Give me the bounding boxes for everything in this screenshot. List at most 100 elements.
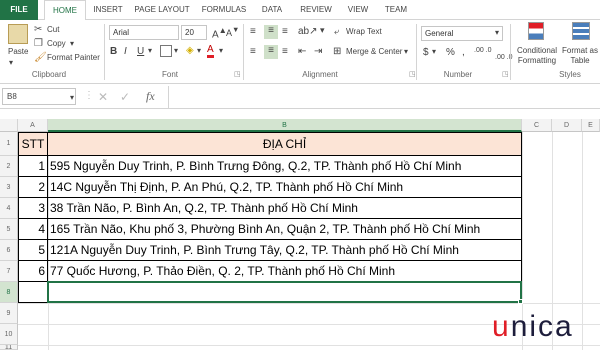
align-middle-icon[interactable]: ≡ <box>264 25 278 39</box>
bold-button[interactable]: B <box>110 46 117 57</box>
font-dialog-launcher-icon[interactable]: ◳ <box>234 70 241 78</box>
cut-icon[interactable]: ✂ <box>34 24 42 36</box>
row-header[interactable]: 6 <box>0 240 18 261</box>
row-header[interactable]: 8 <box>0 282 18 303</box>
font-name-select[interactable]: Arial <box>109 25 179 40</box>
row-header[interactable]: 1 <box>0 132 18 156</box>
empty-cell[interactable] <box>18 281 48 303</box>
increase-indent-icon[interactable]: ⇥ <box>314 46 322 57</box>
row-header[interactable]: 9 <box>0 303 18 324</box>
currency-button[interactable]: $ <box>423 47 429 58</box>
enter-icon[interactable]: ✓ <box>120 90 130 104</box>
fill-handle[interactable] <box>518 299 523 304</box>
decrease-indent-icon[interactable]: ⇤ <box>298 46 306 57</box>
header-stt-cell[interactable]: STT <box>18 132 48 156</box>
italic-button[interactable]: I <box>124 46 127 57</box>
row-header[interactable]: 5 <box>0 219 18 240</box>
orientation-icon[interactable]: ab↗ <box>298 26 318 37</box>
merge-center-icon[interactable]: ⊞ <box>333 46 341 57</box>
align-right-icon[interactable]: ≡ <box>282 46 288 57</box>
format-painter-button[interactable]: Format Painter <box>47 53 100 62</box>
align-left-icon[interactable]: ≡ <box>250 46 256 57</box>
address-cell[interactable]: 14C Nguyễn Thị Định, P. An Phú, Q.2, TP.… <box>47 176 522 198</box>
tab-formulas[interactable]: FORMULAS <box>198 0 250 20</box>
column-header-e[interactable]: E <box>582 119 600 132</box>
orientation-dropdown-icon[interactable]: ▾ <box>320 25 325 36</box>
grow-font-icon[interactable]: A▲ <box>212 25 227 40</box>
paste-icon[interactable] <box>8 24 28 44</box>
conditional-formatting-button[interactable]: Conditional Formatting <box>515 46 559 66</box>
number-format-dropdown-icon[interactable]: ▾ <box>495 28 499 37</box>
format-as-table-icon[interactable] <box>572 22 590 40</box>
font-size-select[interactable]: 20 <box>181 25 207 40</box>
copy-button[interactable]: Copy <box>47 39 66 48</box>
select-all-corner[interactable] <box>0 119 18 132</box>
row-header[interactable]: 10 <box>0 324 18 345</box>
font-color-dropdown-icon[interactable]: ▾ <box>219 46 223 55</box>
stt-cell[interactable]: 3 <box>18 197 48 219</box>
underline-dropdown-icon[interactable]: ▾ <box>148 46 152 55</box>
stt-cell[interactable]: 6 <box>18 260 48 282</box>
tab-view[interactable]: VIEW <box>342 0 374 20</box>
align-top-icon[interactable]: ≡ <box>250 26 256 37</box>
increase-decimal-button[interactable]: .00 .0 <box>474 47 492 54</box>
insert-function-icon[interactable]: fx <box>146 89 155 104</box>
name-box-dropdown-icon[interactable]: ▾ <box>70 93 74 102</box>
conditional-formatting-icon[interactable] <box>528 22 544 40</box>
paste-button[interactable]: Paste <box>8 47 28 56</box>
column-header-a[interactable]: A <box>18 119 48 132</box>
address-cell[interactable]: 38 Trần Não, P. Bình An, Q.2, TP. Thành … <box>47 197 522 219</box>
wrap-text-icon[interactable]: ⤶ <box>334 26 339 37</box>
currency-dropdown-icon[interactable]: ▾ <box>432 47 436 56</box>
number-format-select[interactable]: General <box>421 26 503 41</box>
cut-button[interactable]: Cut <box>47 25 59 34</box>
stt-cell[interactable]: 2 <box>18 176 48 198</box>
percent-button[interactable]: % <box>446 47 455 58</box>
borders-dropdown-icon[interactable]: ▾ <box>174 46 178 55</box>
fill-color-icon[interactable]: ◈ <box>186 45 194 56</box>
borders-icon[interactable] <box>160 45 172 57</box>
alignment-dialog-launcher-icon[interactable]: ◳ <box>409 70 416 78</box>
tab-review[interactable]: REVIEW <box>294 0 338 20</box>
copy-icon[interactable]: ❐ <box>34 38 43 50</box>
copy-dropdown-icon[interactable]: ▾ <box>70 39 74 48</box>
address-cell[interactable]: 121A Nguyễn Duy Trinh, P. Bình Trưng Tây… <box>47 239 522 261</box>
align-center-icon[interactable]: ≡ <box>264 45 278 59</box>
paste-dropdown-icon[interactable]: ▾ <box>9 58 13 67</box>
row-header[interactable]: 2 <box>0 156 18 177</box>
tab-data[interactable]: DATA <box>254 0 290 20</box>
stt-cell[interactable]: 1 <box>18 155 48 177</box>
tab-file[interactable]: FILE <box>0 0 38 20</box>
format-as-table-button[interactable]: Format as Table <box>560 46 600 66</box>
tab-team[interactable]: TEAM <box>378 0 414 20</box>
formula-input[interactable] <box>168 86 600 108</box>
cancel-icon[interactable]: ✕ <box>98 90 108 104</box>
tab-home[interactable]: HOME <box>44 0 86 21</box>
selected-cell-b8[interactable] <box>47 281 522 303</box>
wrap-text-button[interactable]: Wrap Text <box>346 27 382 36</box>
address-cell[interactable]: 595 Nguyễn Duy Trinh, P. Bình Trưng Đông… <box>47 155 522 177</box>
fill-color-dropdown-icon[interactable]: ▾ <box>197 46 201 55</box>
name-box[interactable]: B8 <box>2 88 76 105</box>
column-header-b[interactable]: B <box>48 119 522 132</box>
stt-cell[interactable]: 4 <box>18 218 48 240</box>
tab-insert[interactable]: INSERT <box>88 0 128 20</box>
row-header[interactable]: 3 <box>0 177 18 198</box>
row-header[interactable]: 7 <box>0 261 18 282</box>
address-cell[interactable]: 165 Trần Não, Khu phố 3, Phường Bình An,… <box>47 218 522 240</box>
stt-cell[interactable]: 5 <box>18 239 48 261</box>
number-dialog-launcher-icon[interactable]: ◳ <box>502 70 509 78</box>
column-header-c[interactable]: C <box>522 119 552 132</box>
row-header[interactable]: 11 <box>0 345 18 350</box>
address-cell[interactable]: 77 Quốc Hương, P. Thảo Điền, Q. 2, TP. T… <box>47 260 522 282</box>
merge-center-button[interactable]: Merge & Center <box>346 47 402 56</box>
column-header-d[interactable]: D <box>552 119 582 132</box>
formula-options-icon[interactable]: ⋮ <box>84 90 94 101</box>
underline-button[interactable]: U <box>137 46 144 57</box>
header-address-cell[interactable]: ĐỊA CHỈ <box>47 132 522 156</box>
tab-page-layout[interactable]: PAGE LAYOUT <box>130 0 194 20</box>
align-bottom-icon[interactable]: ≡ <box>282 26 288 37</box>
merge-dropdown-icon[interactable]: ▾ <box>404 47 408 56</box>
format-painter-icon[interactable]: 🖌 <box>34 52 47 64</box>
shrink-font-icon[interactable]: A▼ <box>226 25 239 38</box>
